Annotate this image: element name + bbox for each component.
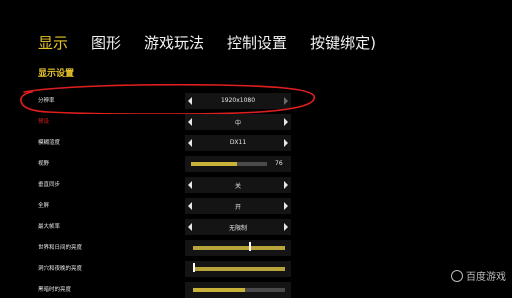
slider-track[interactable] — [193, 288, 285, 292]
slider-track[interactable] — [193, 246, 285, 250]
tab-gameplay[interactable]: 游戏玩法 — [144, 33, 204, 53]
baidu-logo-icon — [451, 269, 463, 282]
arrow-left-icon[interactable] — [188, 181, 192, 189]
setting-value: 中 — [234, 120, 241, 127]
setting-label: 黑暗时的亮度 — [38, 287, 72, 293]
annotation-ellipse — [20, 84, 316, 114]
arrow-left-icon[interactable] — [188, 139, 192, 147]
arrow-right-icon[interactable] — [284, 139, 288, 147]
tab-display[interactable]: 显示 — [38, 33, 68, 53]
setting-label: 预设 — [38, 119, 50, 125]
arrow-left-icon[interactable] — [188, 223, 192, 231]
setting-label: 模糊渲度 — [38, 140, 61, 146]
setting-row-max-fps: 最大帧率 无限制 — [38, 219, 298, 235]
arrow-right-icon[interactable] — [284, 118, 288, 126]
arrow-left-icon[interactable] — [188, 202, 192, 210]
setting-row-world-brightness: 世界和日间的亮度 — [38, 240, 298, 256]
arrow-right-icon[interactable] — [284, 223, 288, 231]
setting-label: 世界和日间的亮度 — [38, 245, 83, 251]
slider-fill — [191, 162, 237, 166]
slider-knob[interactable] — [193, 263, 195, 272]
preset-selector[interactable]: 中 — [185, 114, 291, 130]
slider-fill — [193, 288, 245, 292]
arrow-right-icon[interactable] — [284, 181, 288, 189]
slider-track[interactable] — [193, 267, 285, 271]
setting-label: 最大帧率 — [38, 224, 61, 230]
setting-row-vsync: 垂直同步 关 — [38, 177, 298, 193]
world-brightness-slider[interactable] — [185, 240, 291, 256]
setting-row-preset: 预设 中 — [38, 114, 298, 130]
slider-track[interactable] — [191, 162, 267, 166]
cave-brightness-slider[interactable] — [185, 261, 291, 277]
setting-row-cave-brightness: 洞穴和夜晚的亮度 — [38, 261, 298, 277]
setting-value: 关 — [234, 183, 241, 190]
watermark: 百度游戏 — [451, 268, 506, 283]
setting-row-fov: 视野 76 — [38, 156, 298, 172]
setting-label: 视野 — [38, 161, 50, 167]
setting-value: 76 — [275, 160, 283, 167]
tab-keybindings[interactable]: 按键绑定) — [310, 33, 376, 53]
setting-label: 全屏 — [38, 203, 50, 209]
max-fps-selector[interactable]: 无限制 — [185, 219, 291, 235]
arrow-right-icon[interactable] — [284, 202, 288, 210]
section-title: 显示设置 — [38, 69, 75, 79]
setting-row-dark-brightness: 黑暗时的亮度 — [38, 282, 298, 298]
setting-label: 洞穴和夜晚的亮度 — [38, 266, 83, 272]
tab-controls[interactable]: 控制设置 — [227, 33, 287, 53]
setting-row-render-mode: 模糊渲度 DX11 — [38, 135, 298, 151]
fullscreen-selector[interactable]: 开 — [185, 198, 291, 214]
setting-value: 开 — [234, 204, 241, 211]
settings-tabs: 显示 图形 游戏玩法 控制设置 按键绑定) — [38, 33, 376, 53]
watermark-text: 百度游戏 — [466, 272, 506, 283]
setting-row-fullscreen: 全屏 开 — [38, 198, 298, 214]
slider-knob[interactable] — [249, 242, 251, 251]
tab-graphics[interactable]: 图形 — [91, 33, 121, 53]
arrow-left-icon[interactable] — [188, 118, 192, 126]
dark-brightness-slider[interactable] — [185, 282, 291, 298]
setting-value: 无限制 — [228, 225, 247, 232]
setting-value: DX11 — [229, 139, 247, 146]
render-mode-selector[interactable]: DX11 — [185, 135, 291, 151]
vsync-selector[interactable]: 关 — [185, 177, 291, 193]
setting-label: 垂直同步 — [38, 182, 61, 188]
fov-slider[interactable]: 76 — [185, 156, 291, 172]
